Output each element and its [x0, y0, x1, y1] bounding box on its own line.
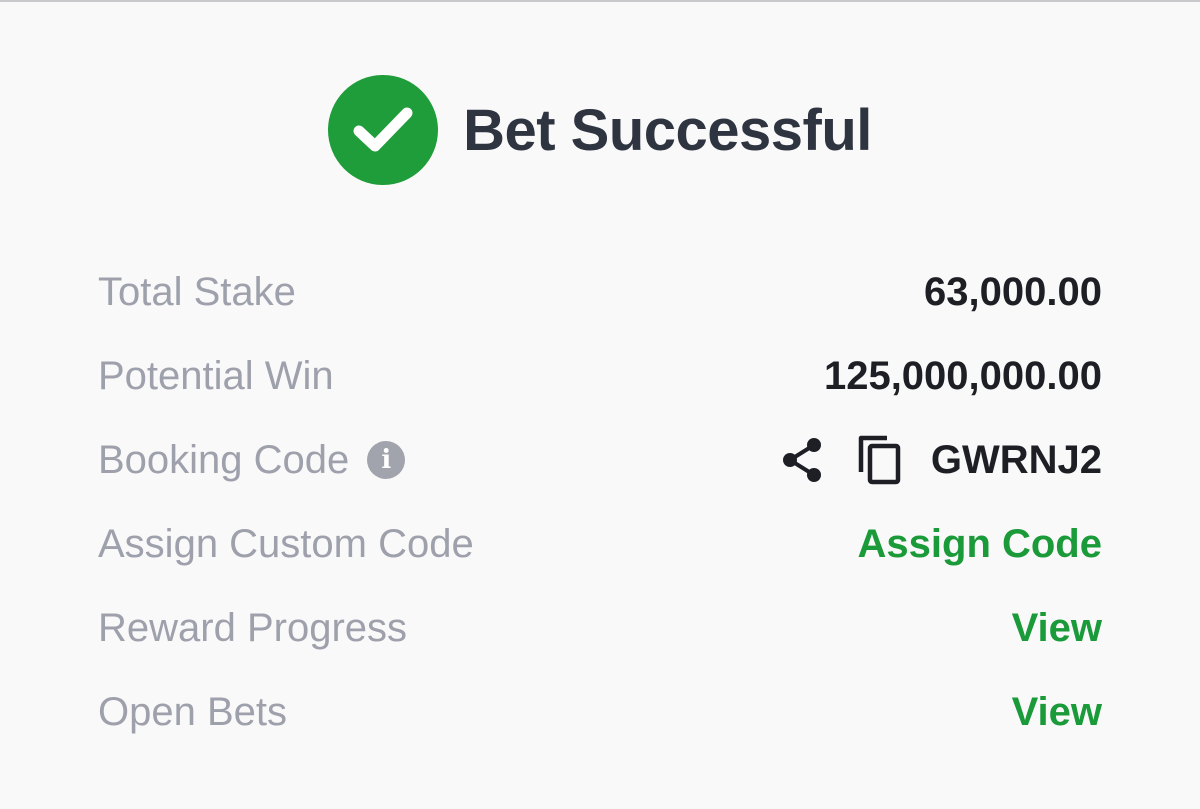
row-assign-custom-code: Assign Custom Code Assign Code: [98, 502, 1102, 586]
booking-code-value: GWRNJ2: [930, 437, 1102, 482]
open-bets-view-link[interactable]: View: [1012, 690, 1102, 735]
row-booking-code: Booking Code i GWRNJ2: [98, 418, 1102, 502]
booking-code-label-group: Booking Code i: [98, 437, 406, 483]
check-circle-icon: [328, 75, 439, 185]
total-stake-value: 63,000.00: [924, 269, 1102, 314]
row-potential-win: Potential Win 125,000,000.00: [98, 334, 1102, 418]
booking-code-label: Booking Code: [98, 437, 350, 482]
total-stake-label: Total Stake: [98, 269, 296, 314]
page-title: Bet Successful: [463, 97, 872, 163]
row-total-stake: Total Stake 63,000.00: [98, 250, 1102, 334]
copy-icon[interactable]: [857, 434, 903, 486]
bet-summary: Total Stake 63,000.00 Potential Win 125,…: [98, 250, 1102, 754]
reward-progress-label: Reward Progress: [98, 605, 408, 650]
potential-win-value: 125,000,000.00: [823, 353, 1102, 398]
reward-progress-view-link[interactable]: View: [1012, 606, 1102, 651]
assign-custom-code-label: Assign Custom Code: [98, 521, 474, 566]
booking-code-group: GWRNJ2: [781, 434, 1102, 486]
share-icon[interactable]: [781, 437, 825, 483]
potential-win-label: Potential Win: [98, 353, 334, 398]
row-open-bets: Open Bets View: [98, 670, 1102, 754]
info-icon[interactable]: i: [367, 441, 406, 479]
assign-code-button[interactable]: Assign Code: [858, 522, 1102, 567]
success-header: Bet Successful: [0, 74, 1200, 186]
row-reward-progress: Reward Progress View: [98, 586, 1102, 670]
open-bets-label: Open Bets: [98, 689, 288, 734]
